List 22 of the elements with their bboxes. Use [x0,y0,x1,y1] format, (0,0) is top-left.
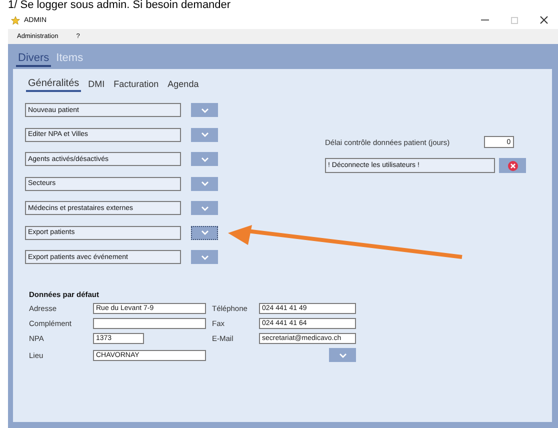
chevron-down-icon [200,156,208,162]
tab[interactable]: Généralités [26,78,82,92]
maximize-icon[interactable] [511,16,518,24]
star-icon [11,16,20,24]
input-field[interactable] [93,318,206,329]
tab[interactable]: Divers [16,52,52,67]
chevron-down-icon [338,352,346,358]
disconnect-button[interactable] [499,158,526,173]
tab[interactable]: Facturation [112,78,161,92]
chevron-down-icon [200,108,208,112]
close-icon[interactable] [540,16,548,24]
close-icon [508,160,518,170]
tab[interactable]: DMI [86,78,107,92]
chevron-down-icon [200,230,208,235]
chevron-down-icon [200,132,208,137]
dropdown-button[interactable] [191,226,218,240]
chevron-down-icon [200,181,208,186]
minimize-icon[interactable] [481,19,489,21]
instruction-caption: 1/ Se logger sous admin. Si besoin demander [7,0,232,11]
tab[interactable]: Agenda [166,78,201,92]
chevron-down-icon [200,206,208,210]
chevron-down-icon [200,254,208,260]
